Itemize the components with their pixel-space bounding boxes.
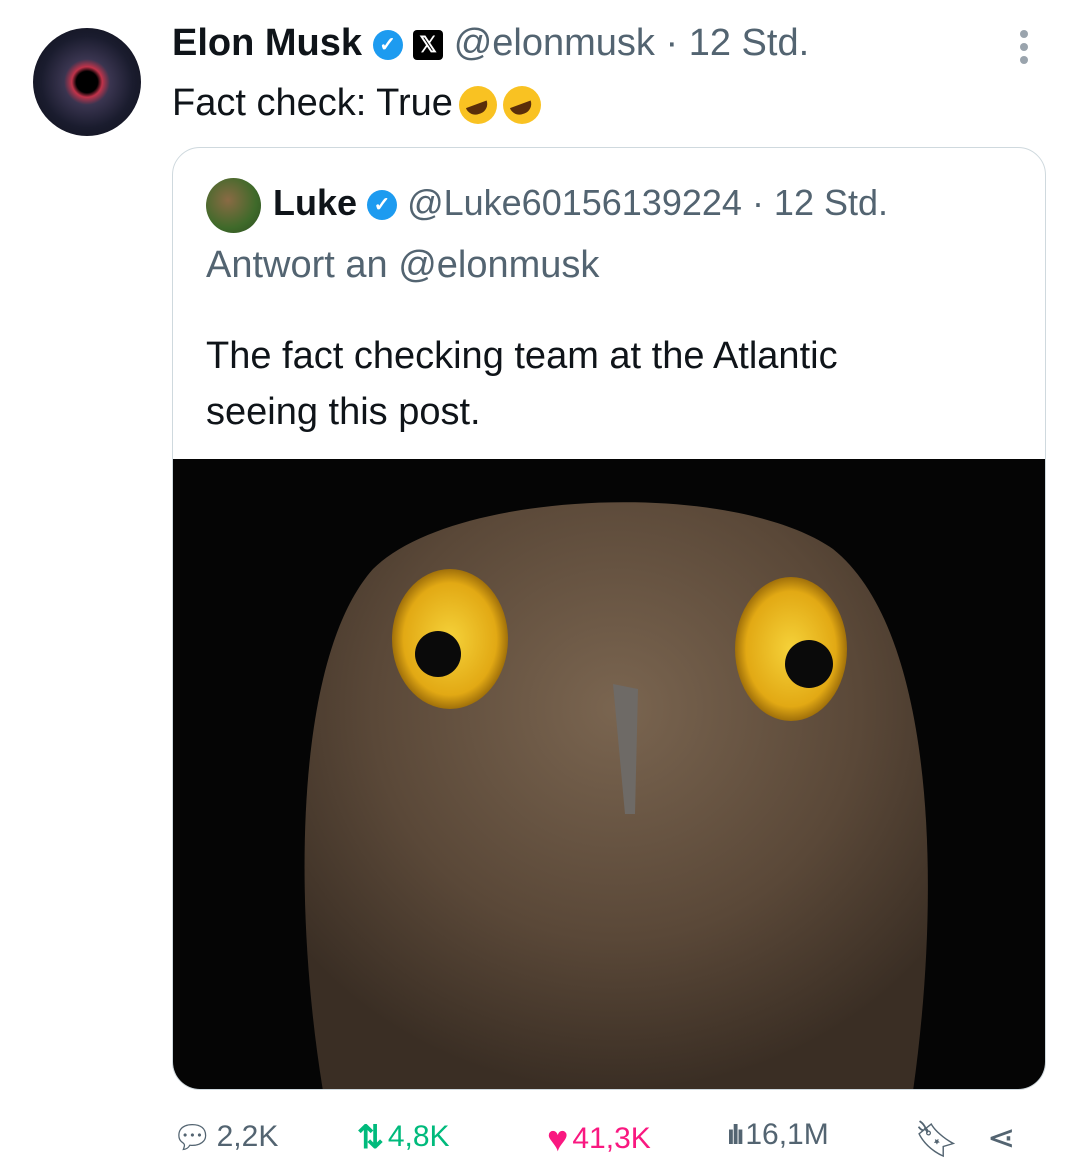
views-chart-icon: ılı <box>727 1119 744 1150</box>
share-button[interactable]: ⋖ <box>987 1118 1016 1158</box>
verified-icon: ✓ <box>367 190 398 221</box>
tweet-text: Fact check: True <box>172 82 541 125</box>
potoo-bird-image <box>304 502 928 1089</box>
views-button[interactable]: ılı 16,1M <box>727 1118 829 1152</box>
quote-author-handle: @Luke60156139224 <box>407 182 742 223</box>
author-name[interactable]: Elon Musk <box>172 22 362 64</box>
owl-photo[interactable] <box>173 459 1045 1089</box>
tweet-text-content: Fact check: True <box>172 82 453 124</box>
quote-text: The fact checking team at the Atlantic s… <box>206 335 838 433</box>
quote-header: Luke ✓ @Luke60156139224 · 12 Std. <box>273 182 888 224</box>
repost-button[interactable]: ⇅ 4,8K <box>357 1118 450 1156</box>
tweet-header: Elon Musk ✓ 𝕏 @elonmusk · 12 Std. <box>172 22 809 65</box>
repost-count: 4,8K <box>387 1120 450 1153</box>
quote-author-avatar <box>206 178 261 233</box>
share-icon: ⋖ <box>987 1119 1016 1157</box>
bookmark-icon: 🔖︎ <box>914 1118 960 1159</box>
action-bar: 💬︎ 2,2K ⇅ 4,8K ♥ 41,3K ılı 16,1M 🔖︎ ⋖ <box>172 1118 1032 1163</box>
repost-icon: ⇅ <box>357 1119 384 1155</box>
tweet-time[interactable]: · 12 Std. <box>666 22 810 64</box>
bookmark-button[interactable]: 🔖︎ <box>914 1118 960 1160</box>
quote-author-name: Luke <box>273 182 358 223</box>
heart-icon: ♥ <box>547 1118 569 1159</box>
verified-icon: ✓ <box>372 29 403 60</box>
x-badge-icon: 𝕏 <box>413 29 444 60</box>
author-handle[interactable]: @elonmusk <box>454 22 655 64</box>
reply-button[interactable]: 💬︎ 2,2K <box>172 1118 278 1156</box>
reply-icon: 💬︎ <box>172 1119 213 1155</box>
like-button[interactable]: ♥ 41,3K <box>547 1118 651 1160</box>
reply-count: 2,2K <box>216 1120 279 1153</box>
rofl-emoji-icon <box>458 85 497 124</box>
quoted-tweet[interactable]: Luke ✓ @Luke60156139224 · 12 Std. Antwor… <box>172 147 1046 1090</box>
like-count: 41,3K <box>572 1122 651 1155</box>
reply-to: Antwort an @elonmusk <box>206 244 600 286</box>
quote-time: · 12 Std. <box>751 182 889 223</box>
more-options-icon[interactable] <box>1014 30 1034 70</box>
view-count: 16,1M <box>745 1118 829 1151</box>
rofl-emoji-icon <box>502 85 541 124</box>
author-avatar[interactable] <box>33 28 141 136</box>
